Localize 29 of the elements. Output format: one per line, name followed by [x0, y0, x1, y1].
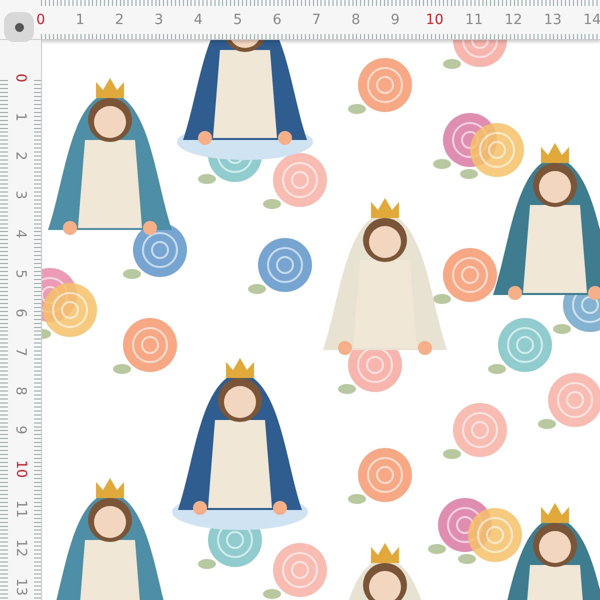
ruler-number: 13: [542, 12, 563, 28]
ruler-number: 5: [232, 12, 244, 28]
ruler-number: 7: [12, 347, 28, 356]
ruler-number: 12: [12, 538, 28, 557]
ruler-number: 4: [12, 230, 28, 239]
ruler-number: 11: [464, 12, 484, 28]
ruler-number: 10: [12, 460, 28, 478]
ruler-number: 11: [12, 500, 28, 518]
ruler-number: 10: [424, 12, 445, 28]
ruler-number: 6: [12, 308, 28, 318]
ruler-number: 6: [272, 12, 282, 28]
ruler-number: 3: [12, 190, 28, 200]
ruler-number: 9: [12, 426, 28, 435]
ruler-number: 1: [74, 12, 86, 28]
ruler-number: 8: [12, 386, 28, 396]
ruler-number: 5: [12, 269, 28, 278]
ruler-number: 2: [114, 12, 125, 28]
ruler-number: 4: [192, 12, 204, 28]
ruler-number: 9: [390, 12, 401, 28]
ruler-number: 0: [12, 73, 28, 82]
ruler-number: 3: [153, 12, 164, 28]
ruler-number: 13: [12, 578, 28, 596]
ruler-number: 14: [582, 12, 600, 28]
ruler-number: 1: [12, 112, 28, 122]
ruler-number: 2: [12, 152, 28, 160]
ruler-number: 7: [310, 12, 322, 28]
ruler-number: 8: [350, 12, 362, 28]
ruler-number: 0: [35, 12, 46, 28]
ruler-number: 12: [503, 12, 524, 28]
